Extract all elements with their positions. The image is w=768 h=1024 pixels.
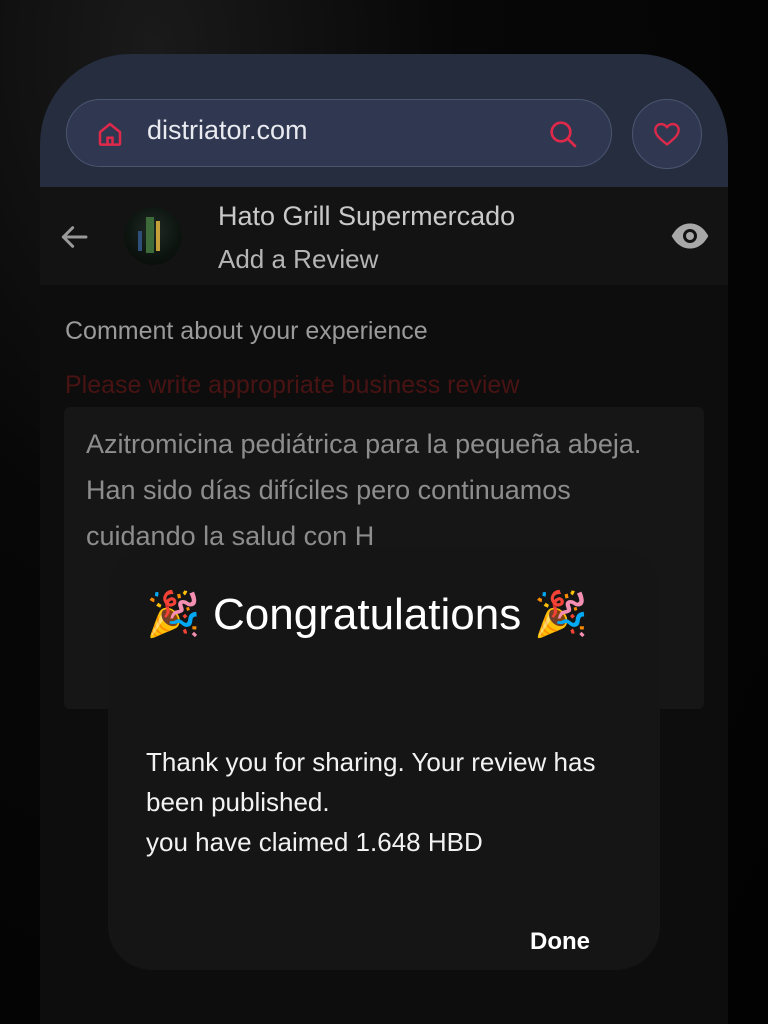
party-popper-icon: 🎉 (146, 590, 201, 639)
home-icon (98, 122, 122, 146)
url-bar[interactable]: distriator.com (66, 99, 612, 167)
search-icon[interactable] (547, 118, 579, 150)
dialog-title: 🎉 Congratulations 🎉 (146, 584, 626, 646)
favorite-button[interactable] (632, 99, 702, 169)
validation-error: Please write appropriate business review (65, 371, 520, 399)
business-name: Hato Grill Supermercado (218, 201, 516, 231)
business-avatar (124, 207, 182, 265)
review-text[interactable]: Azitromicina pediátrica para la pequeña … (86, 421, 686, 559)
dialog-title-text: Congratulations (213, 590, 522, 639)
done-button[interactable]: Done (530, 928, 590, 956)
browser-bar: distriator.com (40, 54, 728, 187)
party-popper-icon: 🎉 (533, 590, 589, 639)
published-message: Thank you for sharing. Your review has b… (146, 747, 596, 817)
url-text[interactable]: distriator.com (147, 115, 308, 146)
comment-label: Comment about your experience (65, 317, 428, 345)
success-dialog: 🎉 Congratulations 🎉 Thank you for sharin… (108, 546, 660, 970)
dialog-message: Thank you for sharing. Your review has b… (146, 742, 626, 862)
screen: distriator.com Hato Grill Supermercado A… (0, 0, 768, 1024)
claimed-message: you have claimed 1.648 HBD (146, 827, 483, 857)
arrow-left-icon[interactable] (58, 221, 90, 253)
page-subtitle: Add a Review (218, 244, 379, 274)
eye-icon[interactable] (670, 221, 710, 251)
heart-icon (654, 122, 680, 146)
app-header: Hato Grill Supermercado Add a Review (40, 187, 728, 285)
